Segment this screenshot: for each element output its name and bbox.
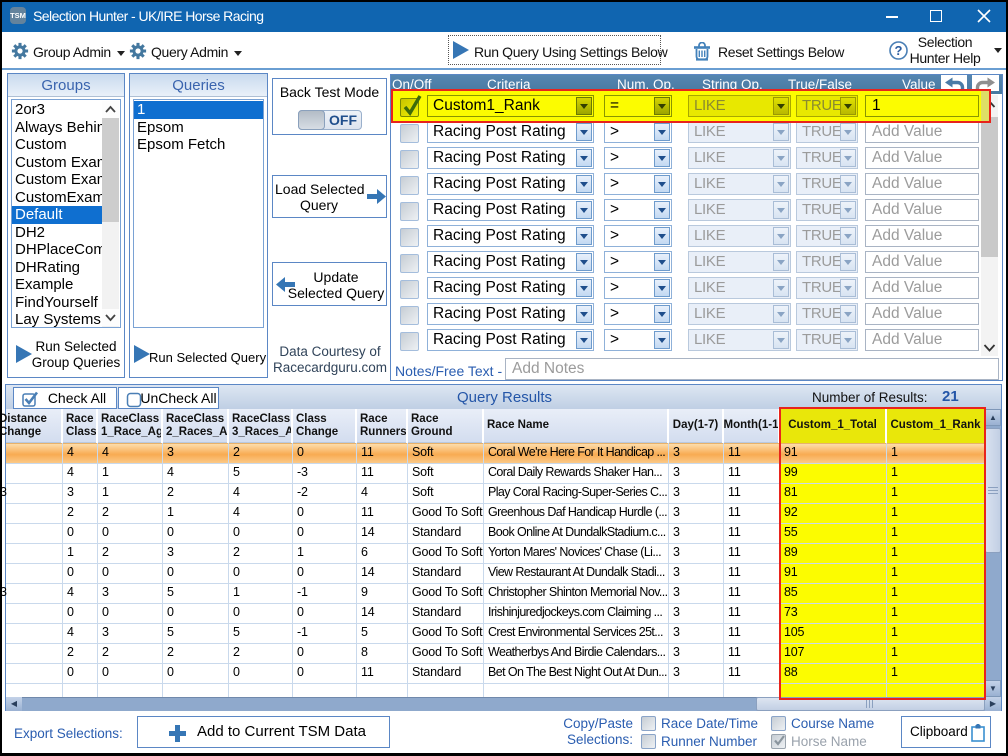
svg-text:?: ? [895, 43, 903, 58]
